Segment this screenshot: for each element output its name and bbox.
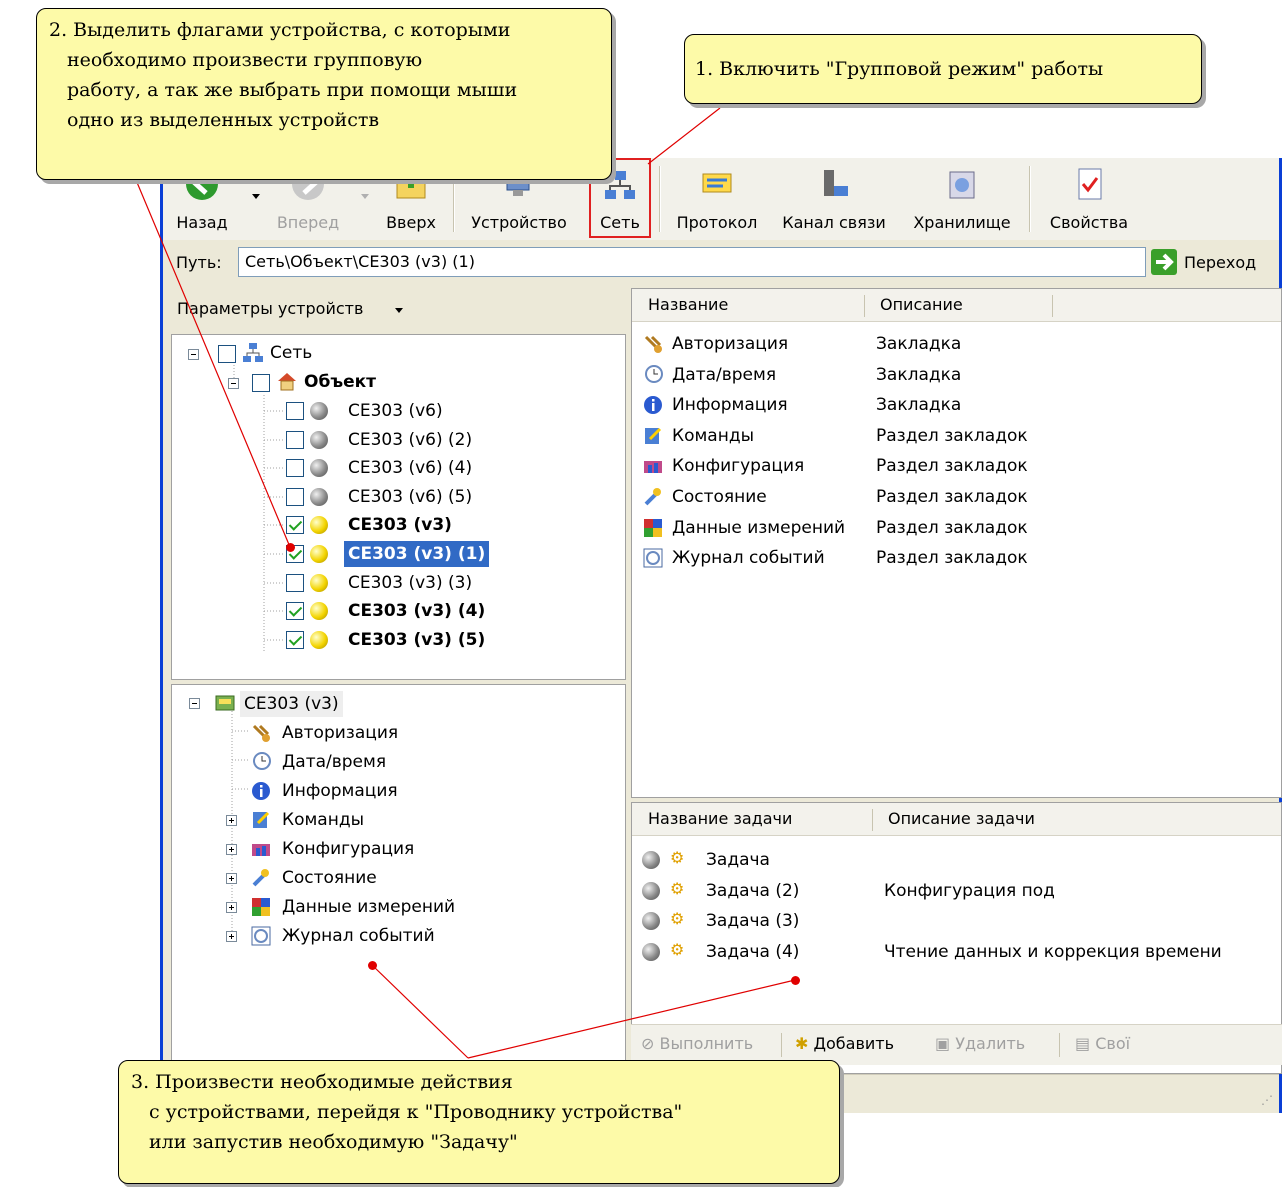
callout-line: одно из выделенных устройств	[67, 109, 380, 131]
callout-step-2: 2. Выделить флагами устройства, с которы…	[36, 8, 612, 180]
callout-line: 2. Выделить флагами устройства, с которы…	[49, 19, 511, 41]
pointer-dot	[791, 976, 800, 985]
callout-line: или запустив необходимую "Задачу"	[149, 1131, 518, 1153]
callout-line: 3. Произвести необходимые действия	[131, 1071, 513, 1093]
pointer-dot	[368, 961, 377, 970]
callout-step-3: 3. Произвести необходимые действия с уст…	[118, 1060, 840, 1184]
callout-line: работу, а так же выбрать при помощи мыши	[67, 79, 518, 101]
callout-step-1: 1. Включить "Групповой режим" работы	[684, 34, 1202, 104]
callout-line: 1. Включить "Групповой режим" работы	[695, 58, 1104, 80]
callout-line: с устройствами, перейдя к "Проводнику ус…	[149, 1101, 683, 1123]
callout-line: необходимо произвести групповую	[67, 49, 423, 71]
pointer-dot	[286, 543, 295, 552]
